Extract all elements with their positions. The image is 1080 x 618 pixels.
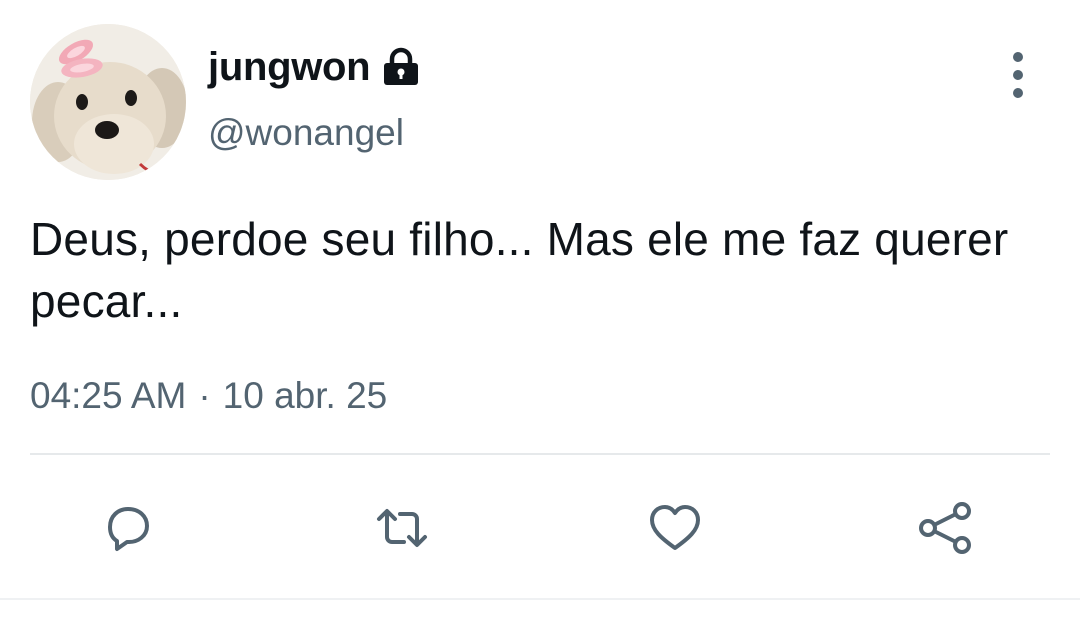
divider-bottom bbox=[0, 598, 1080, 600]
divider bbox=[30, 453, 1050, 455]
tweet-time: 04:25 AM bbox=[30, 375, 187, 416]
retweet-button[interactable] bbox=[372, 498, 432, 558]
tweet-card: jungwon @wonangel Deus, perdoe seu filho… bbox=[0, 0, 1080, 618]
timestamp-separator: · bbox=[198, 375, 211, 416]
retweet-icon bbox=[377, 509, 427, 547]
avatar[interactable] bbox=[30, 24, 186, 180]
tweet-timestamp[interactable]: 04:25 AM · 10 abr. 25 bbox=[30, 372, 387, 420]
avatar-photo bbox=[30, 24, 186, 180]
tweet-text: Deus, perdoe seu filho... Mas ele me faz… bbox=[30, 213, 1009, 327]
user-handle[interactable]: @wonangel bbox=[208, 110, 404, 156]
tweet-date: 10 abr. 25 bbox=[222, 375, 388, 416]
reply-icon bbox=[108, 507, 149, 551]
display-name[interactable]: jungwon bbox=[208, 44, 371, 90]
share-icon bbox=[919, 502, 971, 554]
like-icon bbox=[650, 505, 700, 550]
like-button[interactable] bbox=[645, 498, 705, 558]
display-name-row: jungwon bbox=[208, 44, 420, 90]
reply-button[interactable] bbox=[98, 498, 158, 558]
more-options-icon[interactable] bbox=[1000, 52, 1036, 98]
lock-icon bbox=[382, 47, 420, 87]
share-button[interactable] bbox=[915, 498, 975, 558]
